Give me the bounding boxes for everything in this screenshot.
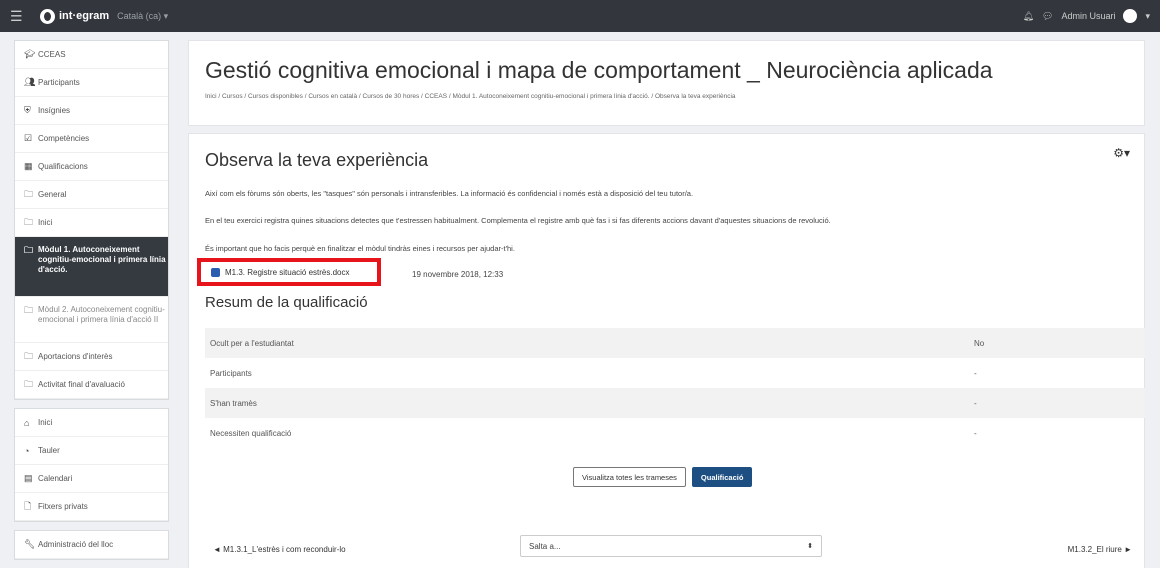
table-row: S'han tramès - [205, 388, 1145, 418]
site-nav: ⌂ Inici ◔ Tauler ▤ Calendari 🗋 Fitxers priva… [14, 408, 169, 522]
sidebar-item-module-2[interactable]: 🗀 Mòdul 2. Autoconeixement cognitiu-emoci… [15, 297, 168, 343]
sidebar: 🎓︎ CCEAS 👥︎ Participants ⛨ Insígnies ☑ Compe… [14, 40, 169, 568]
home-icon: ⌂ [24, 417, 30, 428]
sidebar-item-general[interactable]: 🗀 General [15, 181, 168, 209]
folder-icon: 🗀 [24, 350, 34, 361]
calendar-icon: ▤ [24, 473, 33, 483]
folder-icon: 🗀 [24, 378, 34, 389]
sidebar-item-dashboard[interactable]: ◔ Tauler [15, 437, 168, 465]
folder-icon: 🗀 [24, 305, 34, 315]
view-all-submissions-button[interactable]: Visualitza totes les trameses [573, 467, 686, 487]
grading-summary-title: Resum de la qualificació [205, 294, 368, 311]
sidebar-item-badges[interactable]: ⛨ Insígnies [15, 97, 168, 125]
folder-icon: 🗀 [24, 188, 34, 199]
check-square-icon: ☑ [24, 133, 33, 143]
sidebar-item-cceas[interactable]: 🎓︎ CCEAS [15, 41, 168, 69]
user-area: 🔔︎ 💬︎ Admin Usuari ▾ [1023, 9, 1150, 23]
grading-summary-table: Ocult per a l'estudiantat No Participant… [205, 328, 1145, 448]
sidebar-item-home[interactable]: ⌂ Inici [15, 409, 168, 437]
grade-button[interactable]: Qualificació [691, 467, 753, 487]
word-document-icon [211, 267, 220, 277]
previous-activity-link[interactable]: ◄ M1.3.1_L'estrès i com reconduir-lo [213, 545, 346, 554]
gear-icon[interactable]: ⚙▾ [1113, 146, 1130, 160]
sidebar-item-competencies[interactable]: ☑ Competències [15, 125, 168, 153]
language-menu[interactable]: Català (ca) ▾ [117, 11, 168, 22]
file-link[interactable]: M1.3. Registre situació estrès.docx [225, 268, 350, 277]
top-navbar: ☰ int·egram Català (ca) ▾ 🔔︎ 💬︎ Admin Us… [0, 0, 1160, 32]
admin-nav: 🔧︎ Administració del lloc [14, 530, 169, 560]
brand-name[interactable]: int·egram [59, 10, 109, 22]
sidebar-item-site-admin[interactable]: 🔧︎ Administració del lloc [15, 531, 168, 559]
next-activity-link[interactable]: M1.3.2_El riure ► [1068, 545, 1132, 554]
breadcrumb[interactable]: Inici / Cursos / Cursos disponibles / Cu… [205, 93, 1128, 100]
table-row: Necessiten qualificació - [210, 428, 977, 438]
sidebar-item-private-files[interactable]: 🗋 Fitxers privats [15, 493, 168, 521]
sidebar-item-module-1[interactable]: 🗀 Mòdul 1. Autoconeixement cognitiu-emoci… [15, 237, 168, 297]
sidebar-item-participants[interactable]: 👥︎ Participants [15, 69, 168, 97]
user-name[interactable]: Admin Usuari [1061, 11, 1115, 21]
table-icon: ▦ [24, 161, 33, 171]
sidebar-item-final-activity[interactable]: 🗀 Activitat final d'avaluació [15, 371, 168, 399]
intro-paragraph-1: Així com els fòrums són oberts, les "tas… [205, 189, 694, 198]
folder-icon: 🗀 [24, 216, 34, 227]
sidebar-item-grades[interactable]: ▦ Qualificacions [15, 153, 168, 181]
jump-to-select[interactable]: Salta a... ⬍ [520, 535, 822, 557]
sidebar-item-contributions[interactable]: 🗀 Aportacions d'interès [15, 343, 168, 371]
file-date: 19 novembre 2018, 12:33 [412, 270, 504, 279]
file-attachment[interactable]: M1.3. Registre situació estrès.docx [197, 258, 381, 286]
users-icon: 👥︎ [24, 77, 36, 87]
wrench-icon: 🔧︎ [24, 539, 36, 549]
intro-paragraph-3: És important que ho facis perquè en fina… [205, 244, 515, 253]
activity-title: Observa la teva experiència [205, 150, 429, 170]
page-header: Gestió cognitiva emocional i mapa de com… [188, 40, 1145, 126]
graduation-cap-icon: 🎓︎ [24, 49, 36, 59]
activity-card: ⚙▾ Observa la teva experiència Així com … [188, 133, 1145, 568]
chat-icon[interactable]: 💬︎ [1042, 11, 1053, 22]
table-row: Participants - [210, 368, 977, 378]
action-buttons: Visualitza totes les trameses Qualificac… [573, 467, 753, 487]
logo-icon[interactable] [40, 8, 55, 24]
sidebar-item-calendar[interactable]: ▤ Calendari [15, 465, 168, 493]
bell-icon[interactable]: 🔔︎ [1023, 11, 1034, 22]
sidebar-item-inici-section[interactable]: 🗀 Inici [15, 209, 168, 237]
select-arrows-icon: ⬍ [807, 543, 813, 550]
chevron-down-icon[interactable]: ▾ [1145, 11, 1150, 22]
table-row: Ocult per a l'estudiantat No [205, 328, 1145, 358]
file-icon: 🗋 [24, 500, 32, 511]
intro-paragraph-2: En el teu exercici registra quines situa… [205, 216, 831, 225]
dashboard-icon: ◔ [24, 445, 30, 456]
folder-icon: 🗀 [24, 245, 34, 255]
shield-icon: ⛨ [24, 105, 31, 115]
course-nav: 🎓︎ CCEAS 👥︎ Participants ⛨ Insígnies ☑ Compe… [14, 40, 169, 400]
avatar[interactable] [1123, 9, 1138, 23]
page-title: Gestió cognitiva emocional i mapa de com… [205, 57, 993, 83]
menu-icon[interactable]: ☰ [10, 8, 32, 25]
